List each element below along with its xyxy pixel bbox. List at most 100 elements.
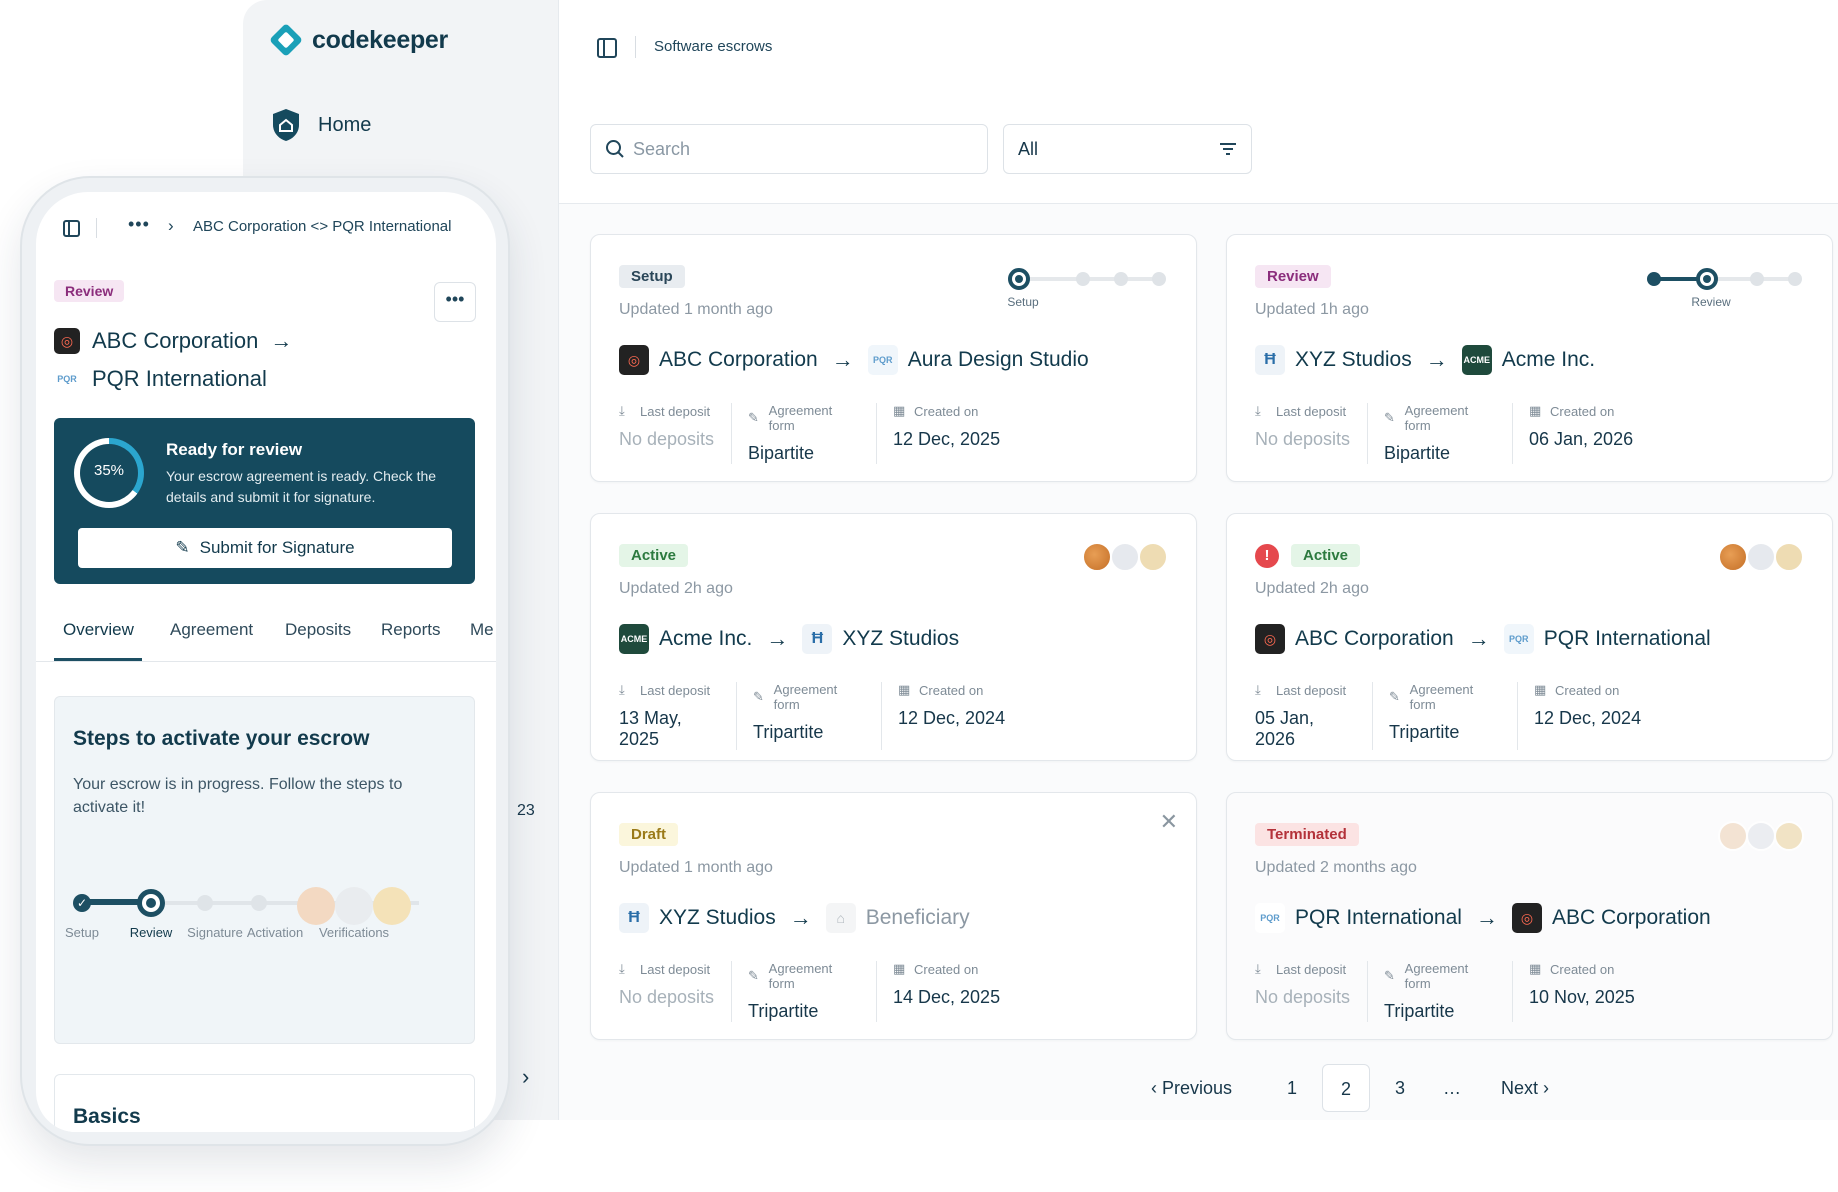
tab-reports[interactable]: Reports (381, 620, 441, 640)
tab-overview[interactable]: Overview (63, 620, 134, 640)
edit-document-icon: ✎ (1389, 689, 1400, 704)
arrow-right-icon: → (766, 626, 789, 651)
calendar-icon: ▦ (898, 682, 911, 697)
agreement-value: Tripartite (753, 722, 824, 742)
calendar-icon: ▦ (1529, 961, 1542, 976)
meta-label: Last deposit (1276, 961, 1347, 977)
more-options-button[interactable]: ••• (434, 282, 476, 322)
breadcrumb[interactable]: Software escrows (654, 38, 772, 55)
arrow-right-icon: → (789, 905, 812, 930)
arrow-right-icon: → (1425, 347, 1448, 372)
download-icon: ⤓ (1255, 961, 1261, 976)
download-icon: ⤓ (1255, 403, 1261, 418)
depositor-name: XYZ Studios (1295, 348, 1412, 371)
silver-badge-icon (1110, 542, 1140, 572)
meta-label: Created on (914, 961, 979, 977)
chevron-left-icon: ‹ (1151, 1078, 1162, 1098)
beneficiary-name: XYZ Studios (842, 627, 960, 650)
activation-stepper: ✓ Setup Review Signature Activation Veri… (65, 887, 469, 947)
status-badge: Active (1291, 544, 1361, 567)
button-label: Submit for Signature (199, 538, 355, 557)
step-label: Verifications (318, 925, 390, 940)
escrow-meta: ⤓ Last deposit 13 May, 2025 ✎ Agreement fo… (619, 682, 1037, 750)
status-badge: Review (1255, 265, 1331, 288)
chevron-right-icon: › (1538, 1078, 1550, 1098)
depositor-name: Acme Inc. (659, 627, 753, 650)
sidebar-toggle-icon[interactable] (597, 38, 617, 58)
more-horizontal-icon[interactable]: ••• (128, 214, 150, 235)
escrow-card[interactable]: Draft ✕ Updated 1 month ago Ħ XYZ Studio… (590, 792, 1197, 1040)
calendar-icon: ▦ (1534, 682, 1547, 697)
created-value: 12 Dec, 2025 (893, 429, 1001, 449)
escrow-card[interactable]: ! Active Updated 2h ago ABC Corporation … (1226, 513, 1833, 761)
bronze-badge-icon (297, 887, 335, 925)
meta-label: Agreement form (768, 961, 833, 991)
breadcrumb[interactable]: ABC Corporation <> PQR International (193, 218, 451, 235)
tab-more[interactable]: Me (470, 620, 494, 640)
progress-stepper: Setup (1006, 267, 1166, 309)
xyz-logo-icon: Ħ (1255, 345, 1285, 375)
page-button-current[interactable]: 2 (1322, 1064, 1370, 1112)
updated-time: Updated 2h ago (619, 580, 733, 597)
escrow-meta: ⤓ Last deposit No deposits ✎ Agreement for… (1255, 961, 1667, 1022)
escrow-parties: ACME Acme Inc. → Ħ XYZ Studios (619, 624, 959, 654)
status-filter-select[interactable]: All (1003, 124, 1252, 174)
verification-badges (1718, 821, 1804, 851)
meta-label: Last deposit (1276, 403, 1347, 419)
acme-logo-icon: ACME (1461, 345, 1492, 375)
last-deposit-value: 05 Jan, 2026 (1255, 708, 1315, 749)
main-content: Software escrows All Setup Setup Updated… (559, 0, 1838, 1120)
status-badge: Active (619, 544, 689, 567)
updated-time: Updated 1h ago (1255, 301, 1369, 318)
next-page-button[interactable]: Next › (1501, 1064, 1549, 1112)
previous-page-button[interactable]: ‹ Previous (1151, 1064, 1232, 1112)
submit-for-signature-button[interactable]: ✎ Submit for Signature (78, 528, 452, 568)
arrow-right-icon: → (270, 328, 293, 353)
escrow-card[interactable]: Setup Setup Updated 1 month ago ABC Corp… (590, 234, 1197, 482)
tab-agreement[interactable]: Agreement (170, 620, 253, 640)
tab-bar: Overview Agreement Deposits Reports Me (36, 602, 496, 662)
sidebar-item-label: Home (318, 113, 372, 136)
bronze-badge-icon (1718, 821, 1748, 851)
edit-document-icon: ✎ (748, 968, 759, 983)
close-icon[interactable]: ✕ (1160, 809, 1178, 835)
beneficiary-name: Aura Design Studio (907, 348, 1089, 371)
pagination: ‹ Previous 1 2 3 … Next › (559, 1064, 1838, 1112)
brand-logo[interactable]: codekeeper (268, 22, 448, 58)
ready-for-review-panel: 35% Ready for review Your escrow agreeme… (54, 418, 475, 584)
status-badge: Terminated (1255, 823, 1359, 846)
step-dot (1152, 272, 1166, 286)
created-value: 10 Nov, 2025 (1529, 987, 1635, 1007)
step-dot (1696, 268, 1718, 290)
page-button[interactable]: 1 (1287, 1064, 1297, 1112)
sidebar-toggle-icon[interactable] (63, 220, 80, 237)
xyz-logo-icon: Ħ (802, 624, 833, 654)
card-title: Basics (73, 1105, 141, 1128)
escrow-card[interactable]: Review Review Updated 1h ago Ħ XYZ Studi… (1226, 234, 1833, 482)
page-button[interactable]: 3 (1395, 1064, 1405, 1112)
agreement-value: Tripartite (748, 1001, 819, 1021)
chevron-right-icon[interactable]: › (522, 1064, 529, 1090)
arrow-right-icon: → (1467, 626, 1490, 651)
step-dot (197, 895, 213, 911)
search-box[interactable] (590, 124, 988, 174)
last-deposit-value: No deposits (1255, 987, 1351, 1007)
divider (635, 36, 636, 58)
tab-deposits[interactable]: Deposits (285, 620, 351, 640)
escrow-card[interactable]: Terminated Updated 2 months ago PQR PQR … (1226, 792, 1833, 1040)
meta-label: Created on (1550, 403, 1615, 419)
sidebar-item-home[interactable]: Home (272, 108, 371, 142)
beneficiary-placeholder-icon: ⌂ (825, 903, 856, 933)
step-dot (1750, 272, 1764, 286)
last-deposit-value: No deposits (1255, 429, 1351, 449)
created-value: 12 Dec, 2024 (1534, 708, 1642, 728)
edit-document-icon: ✎ (748, 410, 759, 425)
pagination-ellipsis: … (1443, 1078, 1461, 1098)
updated-time: Updated 2h ago (1255, 580, 1369, 597)
previous-label: Previous (1162, 1078, 1233, 1098)
escrow-meta: ⤓ Last deposit No deposits ✎ Agreement for… (619, 961, 1032, 1022)
search-input[interactable] (633, 138, 963, 160)
escrow-card[interactable]: Active Updated 2h ago ACME Acme Inc. → Ħ… (590, 513, 1197, 761)
search-icon (606, 140, 624, 158)
next-label: Next (1501, 1078, 1539, 1098)
